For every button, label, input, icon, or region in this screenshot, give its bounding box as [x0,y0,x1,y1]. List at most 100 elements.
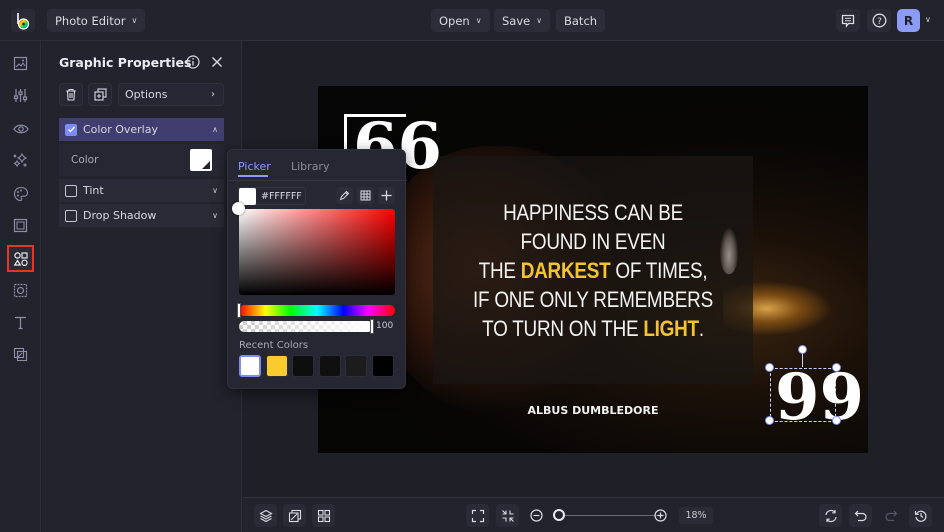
reset-button[interactable] [819,504,842,527]
sidebar-item-text[interactable] [8,310,33,335]
redo-button[interactable] [879,504,902,527]
drop-shadow-checkbox[interactable] [65,209,77,222]
zoom-slider-track[interactable] [558,515,663,516]
bottom-toolbar: 18% [243,497,944,532]
fit-to-screen-button[interactable] [466,504,489,527]
recent-color-swatch[interactable] [292,355,314,377]
quote-line: FOUND IN EVEN [520,229,666,254]
sidebar-item-textures[interactable] [8,278,33,303]
saturation-value-field[interactable] [239,209,395,295]
layers-button[interactable] [254,504,277,527]
chevron-down-icon: ∨ [536,16,543,25]
resize-handle-top-left[interactable] [765,363,774,372]
history-icon [914,510,926,522]
undo-button[interactable] [849,504,872,527]
resize-handle-bottom-right[interactable] [832,416,841,425]
sidebar-item-adjustments[interactable] [8,83,33,108]
overlay-icon [13,347,28,362]
open-button[interactable]: Open ∨ [431,9,490,32]
color-label: Color [71,154,99,166]
open-quote-graphic[interactable]: 66 [344,114,442,179]
feedback-button[interactable] [836,9,860,32]
quote-text[interactable]: HAPPINESS CAN BE FOUND IN EVEN THE DARKE… [357,198,830,343]
recent-color-swatch[interactable] [318,355,341,377]
sidebar-item-frames[interactable] [8,213,33,238]
save-button[interactable]: Save ∨ [494,9,551,32]
zoom-in-button[interactable] [654,509,667,522]
svg-text:?: ? [877,17,882,27]
trash-icon [66,88,76,101]
recent-color-swatch[interactable] [345,355,367,377]
chevron-down-icon: ∨ [131,16,138,25]
zoom-out-button[interactable] [530,509,543,522]
duplicate-button[interactable] [88,83,112,106]
resize-handle-top-right[interactable] [832,363,841,372]
history-button[interactable] [909,504,932,527]
add-color-button[interactable] [378,187,395,204]
sidebar-item-graphics[interactable] [7,245,34,272]
quote-line: TO TURN ON THE LIGHT. [482,316,704,341]
zoom-percent[interactable]: 18% [679,507,713,524]
section-drop-shadow[interactable]: Drop Shadow ∨ [59,204,224,227]
close-panel-button[interactable] [210,55,224,69]
refresh-icon [824,509,837,522]
user-avatar[interactable]: R [897,9,920,32]
adjustments-icon [13,89,28,102]
sidebar-item-overlays[interactable] [8,342,33,367]
options-button[interactable]: Options › [118,83,224,106]
sidebar-item-effects[interactable] [8,148,33,173]
recent-color-swatch[interactable] [265,355,288,377]
section-color-overlay[interactable]: Color Overlay ∧ [59,118,224,141]
logo-icon [17,12,30,30]
chevron-right-icon: › [211,89,215,100]
saturation-value-handle[interactable] [232,202,245,215]
grid-icon [360,190,371,201]
actual-size-button[interactable] [496,504,519,527]
tool-sidebar [0,41,41,532]
color-swatch-button[interactable] [190,149,212,171]
delete-button[interactable] [59,83,83,106]
panel-title: Graphic Properties [59,55,192,70]
grid-view-button[interactable] [312,504,335,527]
batch-button[interactable]: Batch [556,9,606,32]
rotate-handle[interactable] [798,345,807,354]
hue-slider-handle[interactable] [237,303,241,318]
tab-library[interactable]: Library [291,160,329,173]
effects-sparkle-icon [13,152,27,167]
info-button[interactable] [186,55,200,69]
color-overlay-checkbox[interactable] [65,123,77,136]
replace-image-button[interactable] [283,504,306,527]
active-tab-indicator [238,175,268,177]
sidebar-item-touch-up[interactable] [8,116,33,141]
opacity-slider[interactable] [239,321,373,332]
layers-icon [258,509,273,522]
replace-image-icon [288,509,301,522]
tint-checkbox[interactable] [65,184,77,197]
hue-slider[interactable] [239,305,395,316]
sidebar-item-edit[interactable] [8,51,33,76]
zoom-slider-handle[interactable] [553,509,565,521]
quote-line: HAPPINESS CAN BE [503,200,683,225]
resize-handle-bottom-left[interactable] [765,416,774,425]
recent-color-swatch[interactable] [371,355,394,377]
info-icon [186,55,200,69]
hex-input[interactable]: #FFFFFF [238,187,306,205]
swatch-grid-button[interactable] [357,187,374,204]
help-icon: ? [872,13,886,28]
close-icon [212,57,222,67]
text-icon [15,316,26,330]
tab-picker[interactable]: Picker [238,160,271,173]
help-button[interactable]: ? [867,9,891,32]
section-tint[interactable]: Tint ∨ [59,179,224,202]
photo-editor-menu[interactable]: Photo Editor ∨ [47,9,146,32]
opacity-slider-handle[interactable] [370,319,374,334]
app-logo[interactable] [11,9,35,32]
recent-color-swatch[interactable] [239,355,261,377]
eyedropper-button[interactable] [336,187,353,204]
graphics-shapes-icon [13,251,28,266]
close-quote-graphic-selected[interactable]: 99 [770,363,864,433]
account-chevron-down-icon[interactable]: ∨ [925,15,931,24]
zoom-out-icon [530,509,543,522]
sidebar-item-artsy[interactable] [8,181,33,206]
comment-icon [841,14,855,28]
